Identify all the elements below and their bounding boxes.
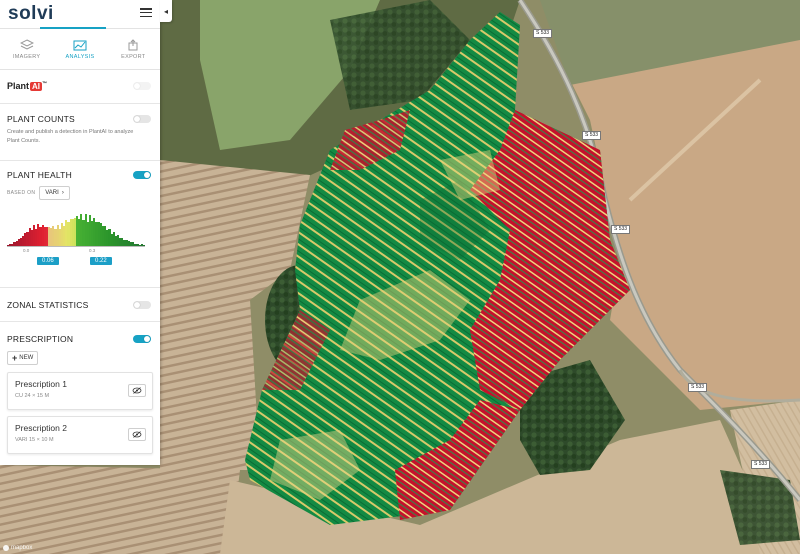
tab-analysis[interactable]: ANALYSIS <box>53 29 106 69</box>
plant-health-section: PLANT HEALTH BASED ON VARI › 0.0 0.3 0.0… <box>0 161 160 288</box>
tab-imagery[interactable]: IMAGERY <box>0 29 53 69</box>
plant-counts-title: PLANT COUNTS <box>7 114 75 124</box>
tab-export[interactable]: EXPORT <box>107 29 160 69</box>
plantai-badge: AI <box>30 82 43 91</box>
prescription-card[interactable]: Prescription 1 CU 24 × 15 M <box>7 372 153 410</box>
plantai-label: Plant <box>7 81 30 91</box>
plant-counts-section: PLANT COUNTS Create and publish a detect… <box>0 104 160 161</box>
road-label: S 533 <box>533 29 553 38</box>
axis-min-label: 0.0 <box>23 248 30 253</box>
tab-label: ANALYSIS <box>65 53 95 60</box>
plant-health-toggle[interactable] <box>133 171 151 179</box>
prescription-detail: CU 24 × 15 M <box>15 393 50 399</box>
tab-label: IMAGERY <box>12 53 41 60</box>
mapbox-label: mapbox <box>11 545 33 551</box>
analysis-sidebar: solvi IMAGERY ANALYSIS EXPORT Plant AI ™ P… <box>0 0 160 465</box>
plant-counts-description: Create and publish a detection in PlantA… <box>7 129 134 144</box>
plant-health-title: PLANT HEALTH <box>7 170 72 180</box>
axis-mid-label: 0.3 <box>89 248 96 253</box>
mapbox-logo-icon <box>3 545 9 551</box>
logo-text: solvi <box>8 3 54 24</box>
low-threshold-handle[interactable]: 0.06 <box>37 257 59 265</box>
road-label: S 533 <box>688 383 708 392</box>
prescription-card[interactable]: Prescription 2 VARI 15 × 10 M <box>7 416 153 454</box>
hide-prescription-button[interactable] <box>128 428 146 441</box>
prescription-name: Prescription 2 <box>15 423 67 433</box>
plantai-section: Plant AI ™ <box>0 70 160 104</box>
health-histogram <box>7 206 145 246</box>
plantai-title: Plant AI ™ <box>7 81 47 91</box>
threshold-handles: 0.06 0.22 <box>7 257 145 269</box>
index-selector-button[interactable]: VARI › <box>39 186 70 200</box>
prescription-detail: VARI 15 × 10 M <box>15 437 54 443</box>
road-label: S 533 <box>582 131 602 140</box>
hamburger-menu-icon[interactable] <box>140 8 152 17</box>
hide-prescription-button[interactable] <box>128 384 146 397</box>
high-threshold-handle[interactable]: 0.22 <box>90 257 112 265</box>
eye-off-icon <box>132 387 142 394</box>
new-prescription-button[interactable]: + NEW <box>7 351 39 365</box>
tab-label: EXPORT <box>121 53 146 60</box>
prescription-name: Prescription 1 <box>15 379 67 389</box>
plus-icon: + <box>12 353 18 363</box>
prescription-title: PRESCRIPTION <box>7 334 74 344</box>
chevron-left-icon: ◂ <box>163 6 168 16</box>
header-accent-line <box>40 27 106 29</box>
prescription-section: PRESCRIPTION + NEW Prescription 1 CU 24 … <box>0 322 160 454</box>
new-label: NEW <box>19 355 34 361</box>
solvi-logo: solvi <box>8 3 54 25</box>
zonal-statistics-section: ZONAL STATISTICS <box>0 288 160 322</box>
zonal-statistics-toggle[interactable] <box>133 301 151 309</box>
sidebar-header: solvi <box>0 0 160 29</box>
collapse-sidebar-button[interactable]: ◂ <box>160 0 172 22</box>
plant-counts-toggle[interactable] <box>133 115 151 123</box>
layers-icon <box>19 38 34 50</box>
analysis-chart-icon <box>73 40 87 50</box>
main-tabs: IMAGERY ANALYSIS EXPORT <box>0 29 160 70</box>
based-on-row: BASED ON VARI › <box>7 186 153 200</box>
plantai-trademark: ™ <box>42 81 48 87</box>
road-label: S 533 <box>751 460 771 469</box>
prescription-toggle[interactable] <box>133 335 151 343</box>
export-icon <box>128 38 138 50</box>
plantai-toggle[interactable] <box>133 82 151 90</box>
road-label: S 533 <box>611 225 631 234</box>
zonal-statistics-title: ZONAL STATISTICS <box>7 300 89 310</box>
eye-off-icon <box>132 431 142 438</box>
index-label: VARI <box>45 190 59 196</box>
histogram-axis: 0.0 0.3 <box>7 246 145 257</box>
chevron-right-icon: › <box>61 190 64 196</box>
mapbox-attribution[interactable]: mapbox <box>3 545 32 551</box>
based-on-label: BASED ON <box>7 190 36 196</box>
